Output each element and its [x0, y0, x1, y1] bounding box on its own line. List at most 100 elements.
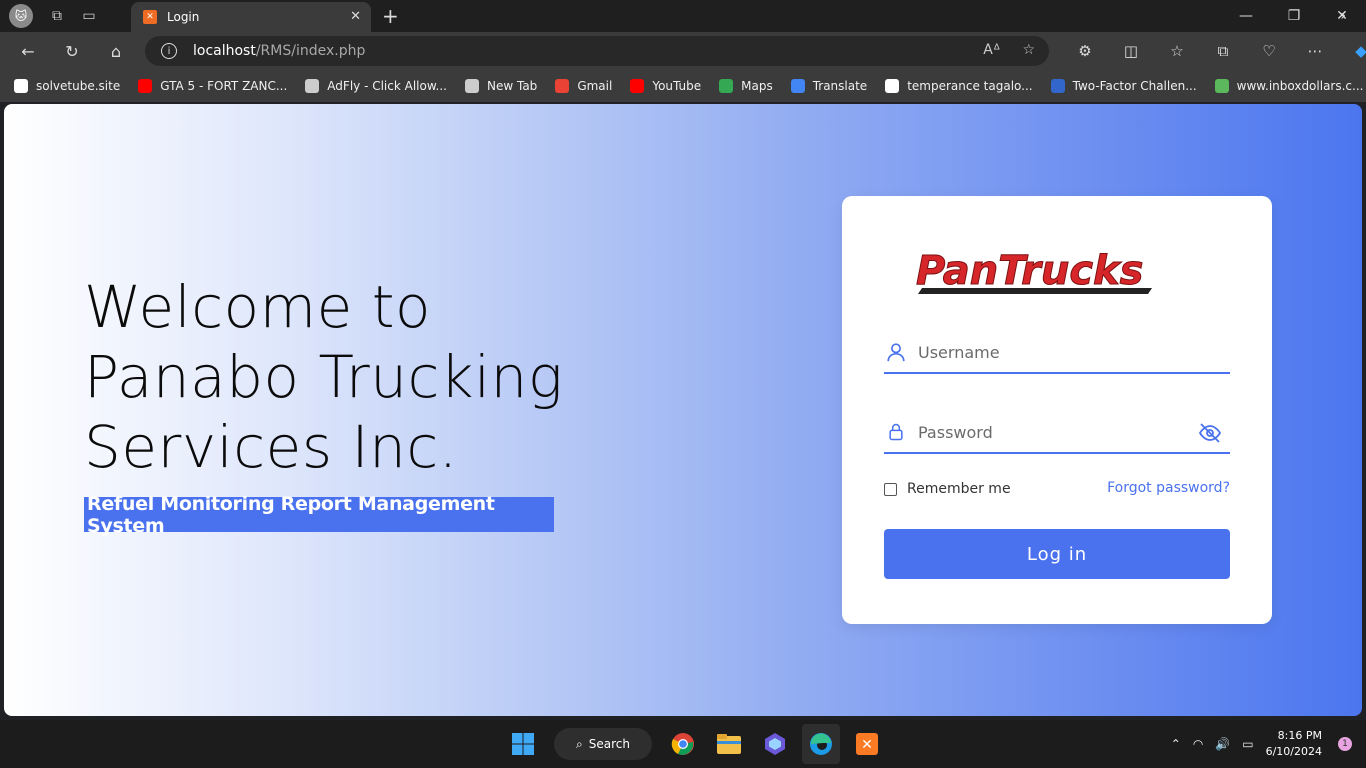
taskbar-search[interactable]: ⌕ Search	[554, 728, 652, 760]
remember-label: Remember me	[907, 481, 1011, 497]
bookmark-item[interactable]: Translate	[790, 79, 868, 93]
url-path: /RMS/index.php	[255, 43, 366, 59]
remember-checkbox[interactable]	[884, 482, 897, 496]
user-icon	[884, 340, 908, 364]
volume-icon[interactable]: 🔊	[1215, 737, 1230, 751]
clock-date: 6/10/2024	[1265, 745, 1322, 758]
search-icon: ⌕	[576, 736, 583, 751]
clock[interactable]: 8:16 PM 6/10/2024	[1266, 728, 1322, 760]
favorite-star-icon[interactable]: ☆	[1022, 42, 1035, 58]
bookmark-label: GTA 5 - FORT ZANC...	[160, 79, 288, 93]
bookmark-item[interactable]: GTA 5 - FORT ZANC...	[138, 79, 287, 93]
notification-badge[interactable]: 1	[1338, 737, 1352, 751]
bookmark-label: YouTube	[652, 79, 702, 93]
username-field[interactable]	[884, 332, 1230, 374]
page-icon	[305, 79, 320, 93]
logo-text: PanTrucks	[916, 248, 1143, 294]
file-explorer-icon[interactable]	[710, 724, 748, 764]
battery-icon[interactable]: ▭	[1242, 737, 1253, 751]
bookmark-item[interactable]: www.inboxdollars.c...	[1214, 79, 1364, 93]
login-button[interactable]: Log in	[884, 529, 1230, 579]
tab-login[interactable]: ✕ Login ✕	[131, 2, 371, 32]
new-tab-button[interactable]: +	[382, 4, 399, 28]
username-input[interactable]	[918, 342, 1230, 362]
tab-title: Login	[167, 10, 200, 24]
translate-icon	[790, 79, 805, 93]
minimize-icon[interactable]: —	[1222, 0, 1270, 32]
site-info-icon[interactable]: i	[161, 43, 177, 59]
xampp-icon: ✕	[143, 10, 157, 24]
bookmark-label: Gmail	[577, 79, 613, 93]
youtube-icon	[630, 79, 645, 93]
password-field[interactable]	[884, 412, 1230, 454]
login-page: Welcome to Panabo Trucking Services Inc.…	[4, 104, 1362, 716]
welcome-line-1: Welcome to	[84, 273, 431, 341]
toolbar-right: ⚙ ◫ ☆ ⧉ ♡ ⋯ ◆	[1062, 32, 1366, 70]
bookmark-label: New Tab	[487, 79, 538, 93]
bookmark-label: Two-Factor Challen...	[1072, 79, 1197, 93]
close-tab-icon[interactable]: ✕	[350, 9, 361, 24]
bookmark-item[interactable]: New Tab	[465, 79, 537, 93]
bookmark-label: Translate	[812, 79, 868, 93]
clock-time: 8:16 PM	[1277, 729, 1322, 742]
start-icon[interactable]	[504, 724, 542, 764]
lock-icon	[884, 420, 908, 444]
welcome-line-2: Panabo Trucking	[84, 343, 564, 411]
login-card: PanTrucks Remember me Forgot password? L…	[842, 196, 1272, 624]
split-screen-icon[interactable]: ◫	[1108, 42, 1154, 60]
fp-icon	[1050, 79, 1065, 93]
profile-avatar[interactable]: 🐱	[9, 4, 33, 28]
page-icon	[465, 79, 479, 93]
bookmark-item[interactable]: YouTube	[630, 79, 701, 93]
welcome-line-3: Services Inc.	[84, 413, 458, 481]
edge-icon[interactable]	[802, 724, 840, 764]
bookmark-item[interactable]: solvetube.site	[14, 79, 120, 93]
wifi-icon[interactable]: ◠	[1193, 737, 1203, 751]
bookmark-label: AdFly - Click Allow...	[327, 79, 447, 93]
more-menu-icon[interactable]: ⋯	[1292, 42, 1338, 60]
tab-actions-icon[interactable]: ▭	[73, 0, 105, 32]
password-input[interactable]	[918, 422, 1230, 442]
bookmark-label: www.inboxdollars.c...	[1236, 79, 1364, 93]
home-icon[interactable]: ⌂	[94, 32, 138, 70]
system-tray: ⌃ ◠ 🔊 ▭ 8:16 PM 6/10/2024 1	[1171, 720, 1366, 768]
pantrucks-logo: PanTrucks	[916, 248, 1152, 295]
copilot-icon[interactable]: ◆	[1338, 42, 1366, 60]
back-icon[interactable]: ←	[6, 32, 50, 70]
xampp-app-icon[interactable]: ✕	[848, 724, 886, 764]
maps-icon	[719, 79, 734, 93]
taskbar-search-label: Search	[588, 737, 630, 751]
url-host: localhost	[193, 43, 256, 59]
chrome-icon[interactable]	[664, 724, 702, 764]
bookmarks-bar: solvetube.site GTA 5 - FORT ZANC... AdFly …	[0, 70, 1366, 102]
eye-off-icon[interactable]	[1198, 421, 1222, 445]
bookmark-item[interactable]: Gmail	[555, 79, 612, 93]
bookmark-label: Maps	[741, 79, 773, 93]
taskbar: ⌕ Search ✕ ⌃ ◠ 🔊 ▭ 8:16 PM 6/10/2024 1	[0, 720, 1366, 768]
performance-icon[interactable]: ♡	[1246, 42, 1292, 60]
google-icon	[885, 79, 900, 93]
bookmark-item[interactable]: Two-Factor Challen...	[1050, 79, 1197, 93]
bookmark-item[interactable]: AdFly - Click Allow...	[305, 79, 447, 93]
address-bar[interactable]: i localhost/RMS/index.php Aᐞ ☆	[145, 36, 1049, 66]
read-aloud-icon[interactable]: Aᐞ	[983, 42, 1000, 58]
forgot-password-link[interactable]: Forgot password?	[1107, 480, 1230, 496]
copilot-app-icon[interactable]	[756, 724, 794, 764]
bookmark-label: temperance tagalo...	[907, 79, 1033, 93]
gmail-icon	[555, 79, 570, 93]
favorites-icon[interactable]: ☆	[1154, 42, 1200, 60]
chevron-right-icon[interactable]: ›	[1340, 8, 1346, 24]
bookmark-item[interactable]: Maps	[719, 79, 773, 93]
extensions-icon[interactable]: ⚙	[1062, 42, 1108, 60]
workspaces-icon[interactable]: ⧉	[41, 0, 73, 32]
remember-me[interactable]: Remember me	[884, 481, 1011, 497]
welcome-heading: Welcome to Panabo Trucking Services Inc.	[84, 272, 563, 482]
page-icon	[14, 79, 28, 93]
bookmark-item[interactable]: temperance tagalo...	[885, 79, 1033, 93]
refresh-icon[interactable]: ↻	[50, 32, 94, 70]
restore-icon[interactable]: ❐	[1270, 0, 1318, 32]
system-subtitle: Refuel Monitoring Report Management Syst…	[84, 493, 554, 537]
youtube-icon	[138, 79, 153, 93]
collections-icon[interactable]: ⧉	[1200, 42, 1246, 60]
chevron-up-icon[interactable]: ⌃	[1171, 737, 1181, 751]
